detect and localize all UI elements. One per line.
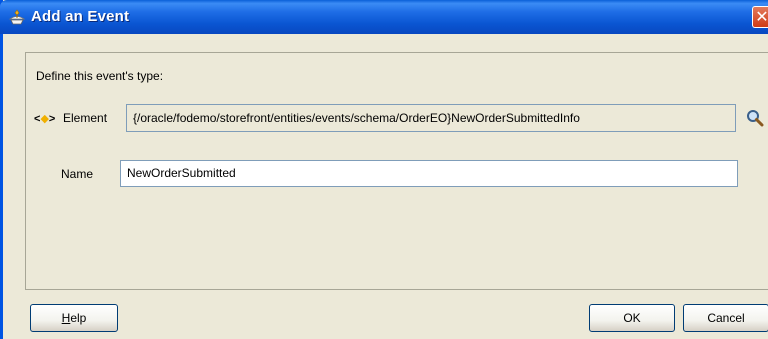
dialog-title: Add an Event [31,8,130,25]
event-type-prompt: Define this event's type: [36,69,164,83]
help-button[interactable]: Help [30,304,118,332]
ok-button[interactable]: OK [589,304,675,332]
close-icon: ✕ [755,7,768,26]
element-type-icon: <◆> [34,113,56,125]
element-label: Element [63,111,108,125]
cancel-button[interactable]: Cancel [683,304,768,332]
add-event-dialog: Add an Event ✕ Define this event's type:… [0,0,768,339]
magnifier-icon[interactable] [745,108,765,128]
element-field[interactable]: {/oracle/fodemo/storefront/entities/even… [126,104,736,132]
add-event-icon [8,9,26,25]
name-label: Name [61,167,94,181]
close-button[interactable]: ✕ [752,6,768,28]
name-input[interactable]: NewOrderSubmitted [120,160,738,187]
title-bar[interactable]: Add an Event ✕ [0,0,768,34]
